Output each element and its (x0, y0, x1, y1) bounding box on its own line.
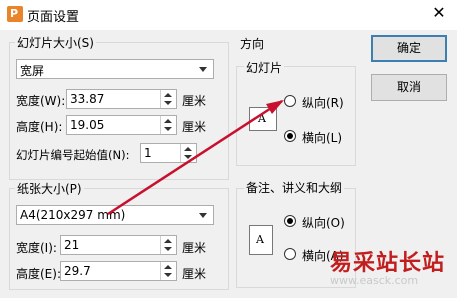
watermark: 易采站长站 (330, 251, 446, 276)
spin-down-icon[interactable] (164, 127, 172, 131)
spin-down-icon[interactable] (184, 155, 192, 159)
window-title: 页面设置 (27, 10, 80, 25)
paper-size-select[interactable]: A4(210x297 mm) (16, 205, 214, 225)
ok-button[interactable]: 确定 (371, 35, 447, 62)
paper-size-value: A4(210x297 mm) (20, 208, 126, 222)
spin-buttons[interactable] (160, 116, 176, 134)
spin-buttons[interactable] (160, 236, 176, 254)
start-number-label: 幻灯片编号起始值(N): (16, 148, 130, 162)
slide-height-unit: 厘米 (182, 120, 207, 134)
slides-portrait-label[interactable]: 纵向(R) (302, 94, 344, 111)
slide-height-stepper[interactable]: 19.05 (66, 115, 177, 135)
spin-down-icon[interactable] (164, 101, 172, 105)
slide-size-legend: 幻灯片大小(S) (15, 34, 96, 51)
notes-portrait-label[interactable]: 纵向(O) (302, 214, 345, 231)
spin-up-icon[interactable] (184, 147, 192, 151)
spin-up-icon[interactable] (164, 239, 172, 243)
paper-height-value: 29.7 (64, 264, 91, 278)
spin-up-icon[interactable] (164, 119, 172, 123)
close-icon[interactable]: ✕ (429, 3, 449, 23)
slide-size-select[interactable]: 宽屏 (16, 59, 214, 79)
slide-landscape-icon: A (249, 107, 277, 131)
spin-down-icon[interactable] (164, 247, 172, 251)
spin-up-icon[interactable] (164, 265, 172, 269)
spin-down-icon[interactable] (164, 273, 172, 277)
title-bar: P 页面设置 ✕ (0, 0, 457, 30)
slide-width-label: 宽度(W): (16, 94, 66, 108)
paper-height-label: 高度(E): (16, 267, 61, 281)
notes-orientation-legend: 备注、讲义和大纲 (244, 179, 345, 196)
paper-height-stepper[interactable]: 29.7 (60, 261, 177, 281)
slides-portrait-radio[interactable] (284, 95, 296, 107)
app-icon: P (7, 6, 23, 22)
paper-width-stepper[interactable]: 21 (60, 235, 177, 255)
slide-width-unit: 厘米 (182, 94, 207, 108)
spin-buttons[interactable] (180, 144, 196, 162)
chevron-down-icon (199, 213, 207, 218)
cancel-button[interactable]: 取消 (371, 74, 447, 101)
paper-height-unit: 厘米 (182, 267, 207, 281)
start-number-stepper[interactable]: 1 (140, 143, 197, 163)
notes-portrait-icon: A (249, 225, 273, 255)
slide-size-value: 宽屏 (20, 64, 45, 78)
slide-height-value: 19.05 (70, 118, 105, 132)
spin-buttons[interactable] (160, 90, 176, 108)
paper-size-legend: 纸张大小(P) (15, 180, 84, 197)
slide-width-value: 33.87 (70, 92, 105, 106)
spin-up-icon[interactable] (164, 93, 172, 97)
spin-buttons[interactable] (160, 262, 176, 280)
slides-landscape-label[interactable]: 横向(L) (302, 129, 342, 146)
start-number-value: 1 (144, 146, 152, 160)
slides-orientation-legend: 幻灯片 (244, 59, 285, 76)
orientation-title: 方向 (240, 37, 265, 51)
watermark-url: www.easck.com (330, 274, 419, 287)
paper-width-unit: 厘米 (182, 241, 207, 255)
paper-width-label: 宽度(I): (16, 241, 57, 255)
slide-width-stepper[interactable]: 33.87 (66, 89, 177, 109)
notes-portrait-radio[interactable] (284, 215, 296, 227)
chevron-down-icon (199, 67, 207, 72)
slide-height-label: 高度(H): (16, 120, 63, 134)
slides-landscape-radio[interactable] (284, 130, 296, 142)
notes-landscape-radio[interactable] (284, 248, 296, 260)
paper-width-value: 21 (64, 238, 80, 252)
